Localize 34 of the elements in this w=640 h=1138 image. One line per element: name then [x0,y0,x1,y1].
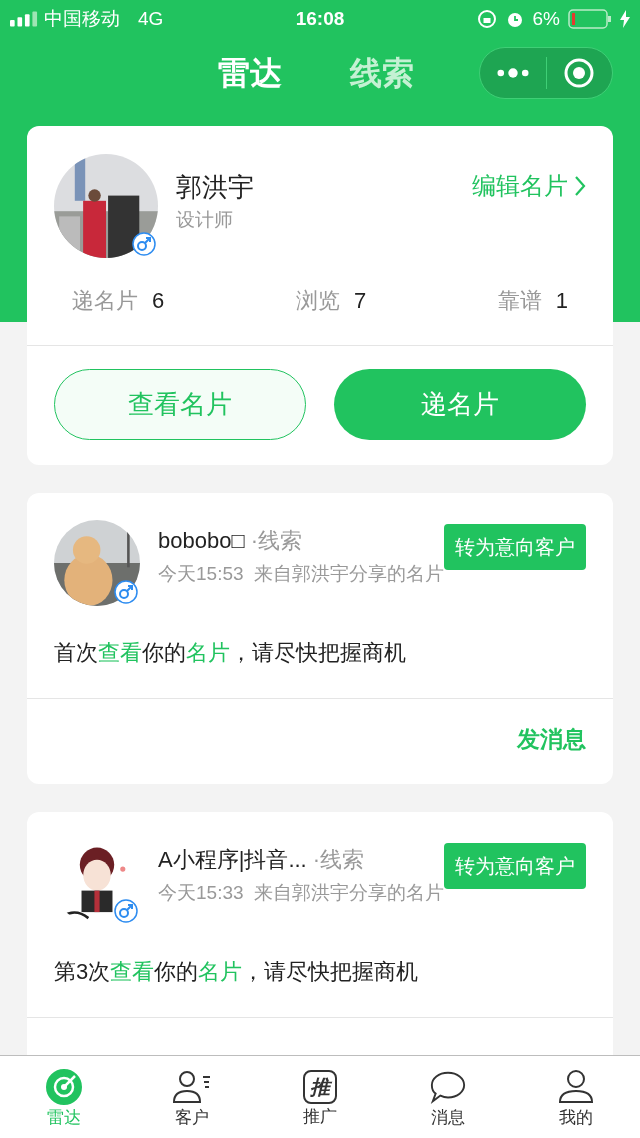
stat-value: 7 [353,287,367,315]
lead-meta: 今天15:53 来自郭洪宇分享的名片 [158,564,445,583]
edit-card-link[interactable]: 编辑名片 [472,174,586,198]
convert-button[interactable]: 转为意向客户 [444,843,586,889]
stat-value: 6 [152,287,165,315]
lead-meta: 今天15:33 来自郭洪宇分享的名片 [158,883,445,902]
lead-name: bobobo□ [158,530,245,552]
tab-bar-item[interactable]: 我的 [512,1056,640,1138]
stat-label: 靠谱 [497,287,542,315]
stat-label: 递名片 [72,287,138,315]
clock-text: 16:08 [295,6,345,31]
send-message-link[interactable]: 发消息 [517,728,586,751]
tab-bar-item[interactable]: 雷达 [0,1056,128,1138]
lead-name: A小程序|抖音... [158,849,307,871]
battery-percent: 6% [532,6,560,31]
tab-bar-item[interactable]: 推 推广 [256,1056,384,1138]
nav-tab[interactable]: 线索 [350,49,414,97]
card-action-button[interactable]: 递名片 [334,369,586,440]
carrier-text: 中国移动 [44,6,120,31]
lead-tag: ·线索 [312,849,365,871]
nav-tab[interactable]: 雷达 [218,49,282,97]
stat-value: 1 [555,287,568,315]
tab-bar-item[interactable]: 客户 [128,1056,256,1138]
lead-message: 首次查看你的名片，请尽快把握商机 [53,639,407,667]
lead-message: 第3次查看你的名片，请尽快把握商机 [53,958,420,986]
lead-tag: ·线索 [250,530,303,552]
convert-button[interactable]: 转为意向客户 [444,524,586,570]
tab-bar-item[interactable]: 消息 [384,1056,512,1138]
card-action-button[interactable]: 查看名片 [54,369,306,440]
network-text: 4G [138,6,164,31]
stat-label: 浏览 [295,287,340,315]
profile-name: 郭洪宇 [176,174,255,200]
profile-title: 设计师 [176,210,234,229]
promote-icon: 推 [303,1069,337,1104]
